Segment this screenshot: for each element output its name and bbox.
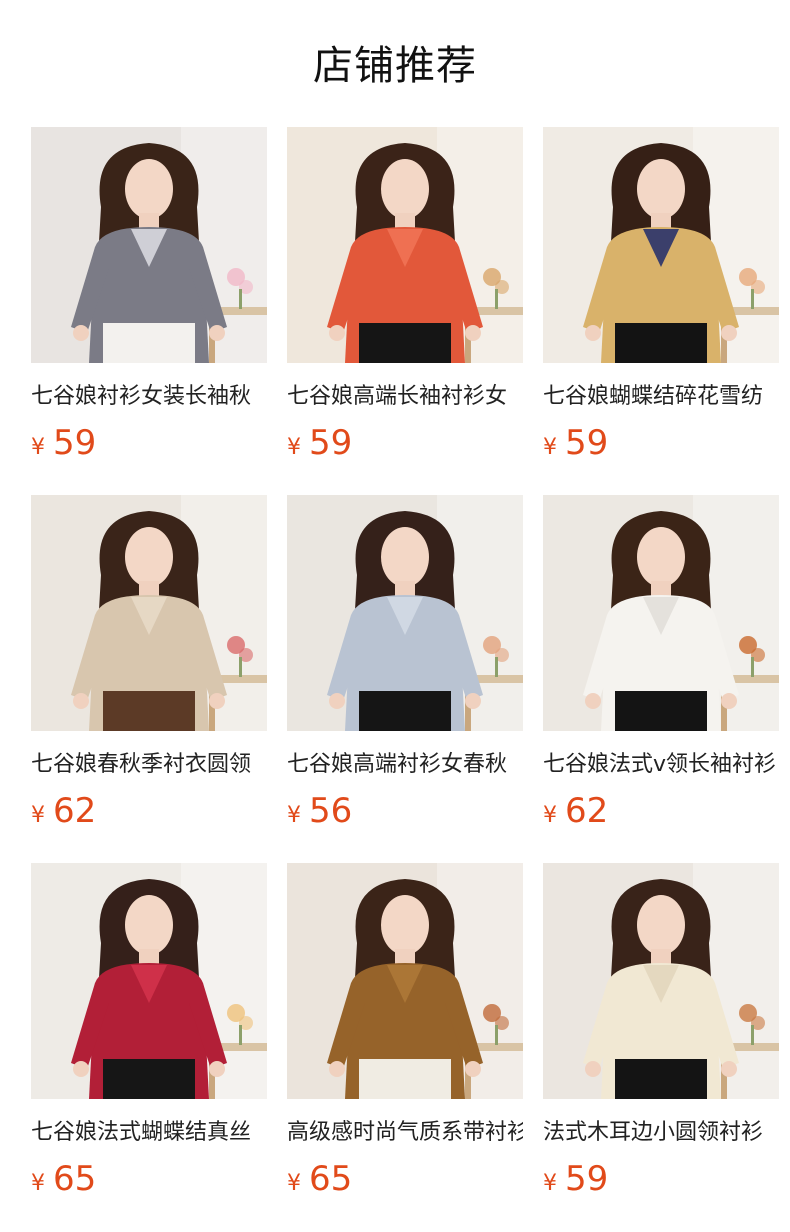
- product-card[interactable]: 法式木耳边小圆领衬衫 ¥59: [543, 863, 779, 1205]
- price-amount: 59: [565, 423, 609, 463]
- product-price: ¥62: [543, 791, 779, 837]
- currency-symbol: ¥: [543, 803, 557, 828]
- currency-symbol: ¥: [543, 435, 557, 460]
- product-card[interactable]: 七谷娘春秋季衬衣圆领 ¥62: [31, 495, 267, 837]
- product-name[interactable]: 七谷娘蝴蝶结碎花雪纺: [543, 381, 779, 413]
- product-photo: [287, 863, 523, 1099]
- product-name[interactable]: 法式木耳边小圆领衬衫: [543, 1117, 779, 1149]
- product-image[interactable]: [543, 863, 779, 1099]
- currency-symbol: ¥: [287, 1171, 301, 1196]
- currency-symbol: ¥: [31, 435, 45, 460]
- product-card[interactable]: 七谷娘法式v领长袖衬衫 ¥62: [543, 495, 779, 837]
- price-amount: 59: [565, 1159, 609, 1199]
- product-name[interactable]: 高级感时尚气质系带衬衫: [287, 1117, 523, 1149]
- product-image[interactable]: [31, 127, 267, 363]
- price-amount: 56: [309, 791, 353, 831]
- product-name[interactable]: 七谷娘高端衬衫女春秋: [287, 749, 523, 781]
- currency-symbol: ¥: [287, 435, 301, 460]
- product-photo: [543, 495, 779, 731]
- price-amount: 65: [309, 1159, 353, 1199]
- product-name[interactable]: 七谷娘法式v领长袖衬衫: [543, 749, 779, 781]
- product-name[interactable]: 七谷娘衬衫女装长袖秋: [31, 381, 267, 413]
- product-photo: [31, 863, 267, 1099]
- product-card[interactable]: 高级感时尚气质系带衬衫 ¥65: [287, 863, 523, 1205]
- product-photo: [31, 127, 267, 363]
- product-photo: [287, 127, 523, 363]
- product-price: ¥59: [287, 423, 523, 469]
- currency-symbol: ¥: [31, 803, 45, 828]
- product-image[interactable]: [287, 127, 523, 363]
- product-price: ¥59: [31, 423, 267, 469]
- product-photo: [543, 863, 779, 1099]
- product-photo: [543, 127, 779, 363]
- product-image[interactable]: [31, 495, 267, 731]
- product-price: ¥56: [287, 791, 523, 837]
- product-price: ¥65: [31, 1159, 267, 1205]
- product-card[interactable]: 七谷娘法式蝴蝶结真丝 ¥65: [31, 863, 267, 1205]
- product-photo: [287, 495, 523, 731]
- price-amount: 59: [309, 423, 353, 463]
- product-image[interactable]: [543, 495, 779, 731]
- price-amount: 62: [565, 791, 609, 831]
- product-price: ¥62: [31, 791, 267, 837]
- product-price: ¥59: [543, 1159, 779, 1205]
- currency-symbol: ¥: [287, 803, 301, 828]
- product-card[interactable]: 七谷娘衬衫女装长袖秋 ¥59: [31, 127, 267, 469]
- price-amount: 59: [53, 423, 97, 463]
- product-image[interactable]: [31, 863, 267, 1099]
- product-name[interactable]: 七谷娘高端长袖衬衫女: [287, 381, 523, 413]
- product-image[interactable]: [287, 495, 523, 731]
- product-card[interactable]: 七谷娘蝴蝶结碎花雪纺 ¥59: [543, 127, 779, 469]
- product-name[interactable]: 七谷娘春秋季衬衣圆领: [31, 749, 267, 781]
- page-title: 店铺推荐: [313, 43, 477, 89]
- product-price: ¥59: [543, 423, 779, 469]
- currency-symbol: ¥: [543, 1171, 557, 1196]
- price-amount: 65: [53, 1159, 97, 1199]
- product-price: ¥65: [287, 1159, 523, 1205]
- product-image[interactable]: [543, 127, 779, 363]
- product-card[interactable]: 七谷娘高端衬衫女春秋 ¥56: [287, 495, 523, 837]
- product-image[interactable]: [287, 863, 523, 1099]
- currency-symbol: ¥: [31, 1171, 45, 1196]
- product-photo: [31, 495, 267, 731]
- product-card[interactable]: 七谷娘高端长袖衬衫女 ¥59: [287, 127, 523, 469]
- price-amount: 62: [53, 791, 97, 831]
- product-name[interactable]: 七谷娘法式蝴蝶结真丝: [31, 1117, 267, 1149]
